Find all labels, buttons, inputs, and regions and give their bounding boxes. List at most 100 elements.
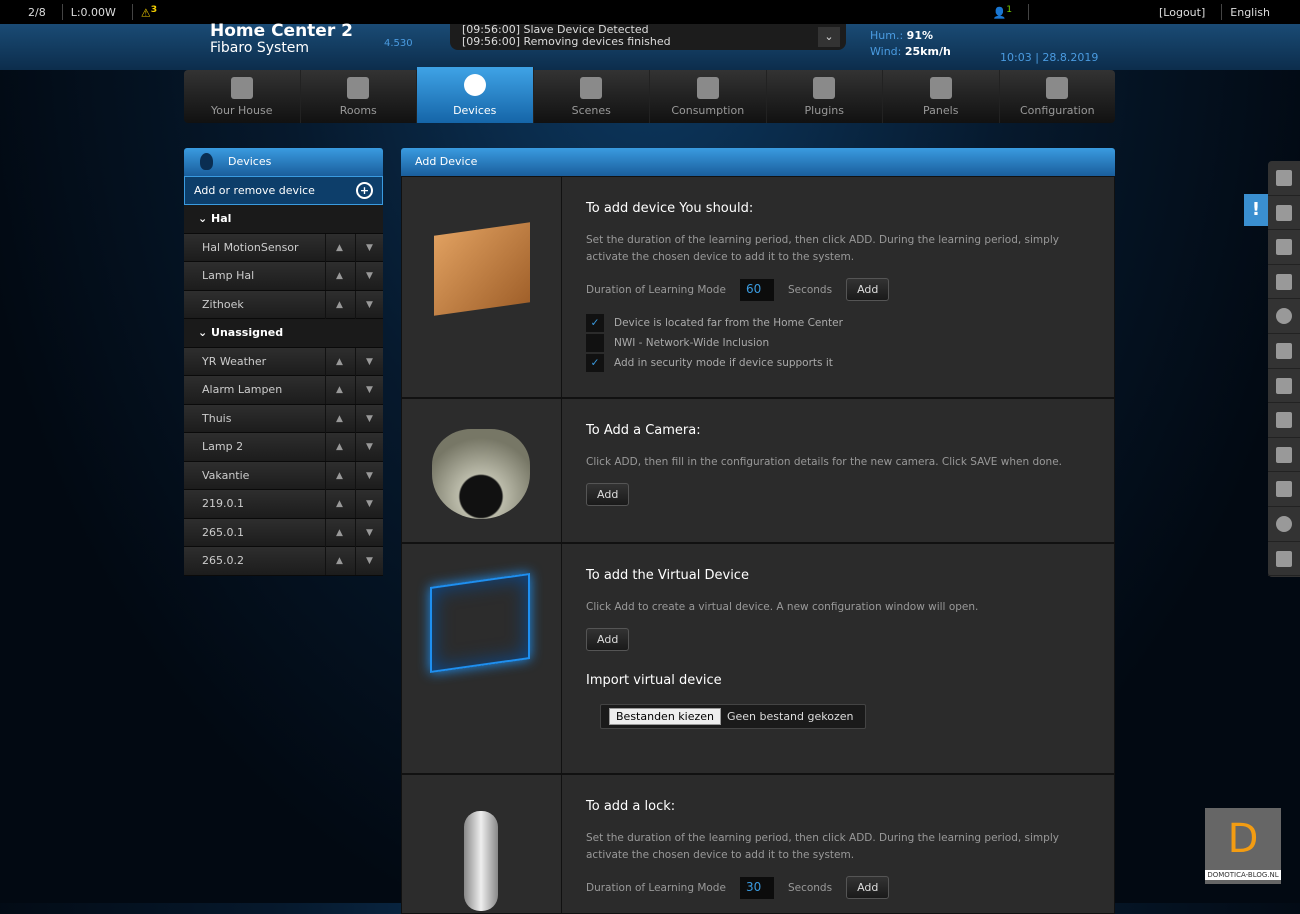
device-label: Thuis: [202, 411, 232, 425]
device-item[interactable]: Lamp Hal ▲ ▼: [184, 262, 383, 291]
device-item[interactable]: 265.0.2 ▲ ▼: [184, 547, 383, 576]
nav-scenes[interactable]: Scenes: [534, 70, 650, 123]
rooms-icon[interactable]: [1268, 265, 1300, 300]
move-up-icon[interactable]: ▲: [325, 547, 353, 575]
move-up-icon[interactable]: ▲: [325, 433, 353, 461]
move-down-icon[interactable]: ▼: [355, 347, 383, 376]
device-item[interactable]: Alarm Lampen ▲ ▼: [184, 376, 383, 405]
device-item[interactable]: Hal MotionSensor ▲ ▼: [184, 233, 383, 262]
move-down-icon[interactable]: ▼: [355, 490, 383, 518]
file-input[interactable]: Bestanden kiezen Geen bestand gekozen: [600, 704, 867, 729]
virtual-cube-icon: [430, 572, 530, 674]
add-camera-button[interactable]: Add: [586, 483, 630, 506]
event-log[interactable]: [09:56:00] Slave Device Detected [09:56:…: [450, 24, 846, 50]
add-virtual-section: To add the Virtual Device Click Add to c…: [401, 543, 1115, 774]
device-label: 265.0.2: [202, 554, 244, 567]
choose-file-button[interactable]: Bestanden kiezen: [609, 708, 721, 725]
device-item[interactable]: 265.0.1 ▲ ▼: [184, 518, 383, 547]
house-icon[interactable]: [1268, 230, 1300, 265]
exit-icon[interactable]: [1268, 542, 1300, 577]
duration-input[interactable]: 60: [739, 278, 774, 301]
device-item[interactable]: Zithoek ▲ ▼: [184, 290, 383, 319]
move-down-icon[interactable]: ▼: [355, 547, 383, 575]
device-item[interactable]: Lamp 2 ▲ ▼: [184, 433, 383, 462]
move-up-icon[interactable]: ▲: [325, 290, 353, 319]
calendar-icon[interactable]: [1268, 472, 1300, 507]
chart-icon: [696, 77, 719, 99]
move-up-icon[interactable]: ▲: [325, 262, 353, 290]
device-item[interactable]: Thuis ▲ ▼: [184, 404, 383, 433]
nav-rooms[interactable]: Rooms: [301, 70, 417, 123]
device-group[interactable]: ⌄ Unassigned: [184, 319, 383, 348]
datetime: 10:03 | 28.8.2019: [1000, 51, 1099, 64]
chevron-down-icon: ⌄: [198, 212, 212, 225]
logout-link[interactable]: [Logout]: [1159, 6, 1205, 19]
power-indicator[interactable]: L:0.00W: [71, 6, 116, 19]
bulb-icon: [463, 74, 486, 96]
plugin-icon[interactable]: [1268, 403, 1300, 438]
move-up-icon[interactable]: ▲: [325, 347, 353, 376]
move-down-icon[interactable]: ▼: [355, 404, 383, 433]
move-up-icon[interactable]: ▲: [325, 461, 353, 490]
user-icon[interactable]: 👤1: [992, 4, 1012, 20]
section-text: Click Add to create a virtual device. A …: [586, 601, 979, 613]
move-up-icon[interactable]: ▲: [325, 518, 353, 547]
nav-your-house[interactable]: Your House: [184, 70, 301, 123]
notification-button[interactable]: !: [1244, 194, 1268, 226]
puzzle-icon[interactable]: [1268, 438, 1300, 473]
move-down-icon[interactable]: ▼: [355, 290, 383, 319]
nav-panels[interactable]: Panels: [883, 70, 1000, 123]
app-title: Home Center 2: [210, 21, 353, 41]
move-down-icon[interactable]: ▼: [355, 433, 383, 461]
move-up-icon[interactable]: ▲: [325, 233, 353, 262]
nav-devices[interactable]: Devices: [417, 67, 534, 123]
add-device-panel: Add Device To add device You should: Set…: [401, 148, 1115, 914]
move-down-icon[interactable]: ▼: [355, 461, 383, 490]
add-lock-button[interactable]: Add: [846, 876, 890, 899]
move-down-icon[interactable]: ▼: [355, 376, 383, 404]
nav-configuration[interactable]: Configuration: [1000, 70, 1116, 123]
move-up-icon[interactable]: ▲: [325, 490, 353, 518]
move-down-icon[interactable]: ▼: [355, 518, 383, 547]
device-label: Lamp 2: [202, 440, 244, 453]
add-remove-device[interactable]: Add or remove device +: [184, 176, 383, 205]
move-up-icon[interactable]: ▲: [325, 404, 353, 433]
option-far[interactable]: ✓ Device is located far from the Home Cen…: [586, 313, 1090, 333]
device-group[interactable]: ⌄ Hal: [184, 205, 383, 234]
checkbox[interactable]: ✓: [586, 354, 604, 372]
add-virtual-button[interactable]: Add: [586, 628, 630, 651]
move-up-icon[interactable]: ▲: [325, 376, 353, 404]
gear-icon[interactable]: [1268, 507, 1300, 542]
option-nwi[interactable]: NWI - Network-Wide Inclusion: [586, 333, 1090, 353]
scroll-top-icon[interactable]: [1268, 161, 1300, 196]
device-item[interactable]: Vakantie ▲ ▼: [184, 461, 383, 490]
checkbox[interactable]: [586, 334, 604, 352]
save-icon[interactable]: [1268, 196, 1300, 231]
lock-duration-input[interactable]: 30: [739, 876, 774, 899]
section-text: Click ADD, then fill in the configuratio…: [586, 456, 1063, 468]
house-icon: [230, 77, 253, 99]
sidebar-header: Devices: [184, 148, 383, 176]
warning-icon[interactable]: ⚠3: [141, 4, 157, 20]
device-label: Vakantie: [202, 468, 250, 482]
chart-icon[interactable]: [1268, 369, 1300, 404]
move-down-icon[interactable]: ▼: [355, 233, 383, 262]
section-heading: To add device You should:: [586, 201, 754, 216]
add-device-section: To add device You should: Set the durati…: [401, 176, 1115, 398]
language-select[interactable]: English: [1230, 6, 1270, 19]
devices-count[interactable]: 2/8: [28, 6, 46, 19]
bulb-icon[interactable]: [1268, 299, 1300, 334]
checkbox[interactable]: ✓: [586, 314, 604, 332]
move-down-icon[interactable]: ▼: [355, 262, 383, 290]
add-device-button[interactable]: Add: [846, 278, 890, 301]
clapper-icon[interactable]: [1268, 334, 1300, 369]
puzzle-icon: [929, 77, 952, 99]
nav-plugins[interactable]: Plugins: [767, 70, 883, 123]
group-label: Unassigned: [211, 326, 284, 339]
option-security[interactable]: ✓ Add in security mode if device supports…: [586, 353, 1090, 373]
device-item[interactable]: YR Weather ▲ ▼: [184, 347, 383, 376]
chevron-down-icon[interactable]: ⌄: [818, 27, 840, 47]
device-item[interactable]: 219.0.1 ▲ ▼: [184, 490, 383, 519]
device-label: Zithoek: [202, 297, 244, 311]
nav-consumption[interactable]: Consumption: [650, 70, 767, 123]
